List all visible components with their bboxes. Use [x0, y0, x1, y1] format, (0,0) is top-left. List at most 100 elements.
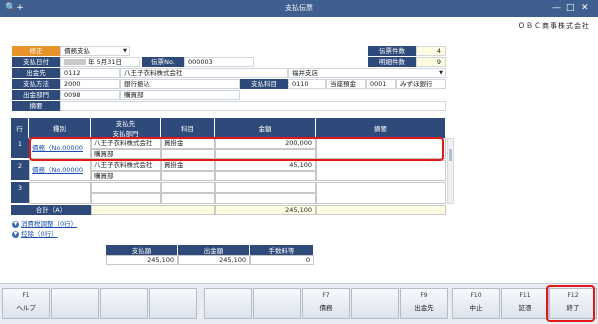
- f6-button[interactable]: [253, 288, 301, 319]
- detail-count: 9: [416, 57, 446, 67]
- detail-count-label: 明細件数: [368, 57, 416, 67]
- account-code-field[interactable]: 0110: [288, 79, 326, 89]
- f1-help-button[interactable]: F1 ヘルプ: [2, 288, 50, 319]
- summary-pay-header: 支払額: [106, 245, 178, 255]
- row-dept[interactable]: [91, 193, 161, 204]
- bank-code-field[interactable]: 0001: [366, 79, 396, 89]
- row-item[interactable]: 買掛金: [161, 160, 215, 171]
- row-dept[interactable]: 購買部: [91, 171, 161, 181]
- f9-payee-button[interactable]: F9 出金先: [400, 288, 448, 319]
- payee-label: 出金先: [12, 68, 60, 78]
- dept-name: 購買部: [120, 90, 240, 100]
- f7-debt-button[interactable]: F7 債務: [302, 288, 350, 319]
- summary-fee-header: 手数料等: [250, 245, 314, 255]
- close-icon[interactable]: ✕: [581, 2, 589, 14]
- summary-out-header: 出金額: [178, 245, 250, 255]
- chevron-down-icon: ▼: [12, 220, 19, 228]
- scrollbar-thumb[interactable]: [449, 149, 452, 161]
- row-item[interactable]: [161, 182, 215, 193]
- total-blank: [91, 205, 215, 215]
- row-memo[interactable]: [316, 182, 446, 204]
- fkey-label: 出金先: [414, 304, 434, 312]
- summary-pay-value: 245,100: [106, 255, 178, 265]
- table-row-kind[interactable]: [29, 182, 91, 204]
- deduction-label[interactable]: 控除（0行）: [21, 230, 58, 238]
- row-amount-sub[interactable]: [215, 171, 316, 181]
- f3-button[interactable]: [100, 288, 148, 319]
- col-amount-header: 金額: [215, 118, 316, 138]
- f8-button[interactable]: [351, 288, 399, 319]
- window-title: 支払伝票: [285, 4, 313, 12]
- grid-scrollbar[interactable]: [447, 138, 454, 204]
- fkey-label: ヘルプ: [16, 304, 36, 312]
- company-name: ＯＢＣ商事株式会社: [518, 22, 590, 30]
- account-name: 当座預金: [326, 79, 366, 89]
- col-row-header: 行: [11, 118, 29, 138]
- payee-branch[interactable]: 福井支店 ▼: [288, 68, 446, 78]
- highlight-row-1: [29, 137, 444, 161]
- row-amount[interactable]: 45,100: [215, 160, 316, 171]
- minimize-icon[interactable]: —: [552, 2, 561, 14]
- fkey-label: 証憑: [518, 304, 532, 312]
- date-label: 支払日付: [12, 57, 60, 67]
- row-number: 1: [11, 138, 29, 159]
- fkey-label: 債務: [319, 304, 333, 312]
- fkey-number: F1: [22, 292, 30, 299]
- title-bar: 🔍+ 支払伝票 — □ ✕: [0, 0, 598, 17]
- f10-cancel-button[interactable]: F10 中止: [452, 288, 500, 319]
- memo-label: 摘要: [12, 101, 60, 111]
- payee-name: 八王子衣料株式会社: [120, 68, 288, 78]
- method-code-field[interactable]: 2000: [60, 79, 120, 89]
- slip-count-label: 伝票件数: [368, 46, 416, 56]
- method-name: 銀行振込: [120, 79, 240, 89]
- chevron-down-icon[interactable]: ▼: [123, 47, 127, 55]
- table-row-kind[interactable]: 債務（No.00000: [29, 160, 91, 181]
- date-value: 年 5月31日: [88, 58, 123, 66]
- col-memo-header: 摘要: [316, 118, 446, 138]
- highlight-f12: [546, 285, 595, 322]
- fkey-number: F9: [420, 292, 428, 299]
- row-amount[interactable]: [215, 182, 316, 193]
- deduction-link[interactable]: ▼ 控除（0行）: [12, 228, 58, 238]
- fkey-number: F10: [470, 292, 482, 299]
- row-payee[interactable]: [91, 182, 161, 193]
- slip-no-field[interactable]: 000003: [184, 57, 254, 67]
- tax-adjust-label[interactable]: 消費税調整（0行）: [21, 220, 77, 228]
- f5-button[interactable]: [204, 288, 252, 319]
- chevron-down-icon: ▼: [12, 230, 19, 238]
- total-amount: 245,100: [215, 205, 316, 215]
- slip-count: 4: [416, 46, 446, 56]
- chevron-down-icon[interactable]: ▼: [439, 69, 443, 77]
- date-era-redacted: [64, 59, 86, 65]
- dept-code-field[interactable]: 0098: [60, 90, 120, 100]
- f2-button[interactable]: [51, 288, 99, 319]
- col-kind-header: 種別: [29, 118, 91, 138]
- kind-link[interactable]: 債務（No.00000: [32, 166, 83, 174]
- payee-code-field[interactable]: 0112: [60, 68, 120, 78]
- dept-label: 出金部門: [12, 90, 60, 100]
- date-field[interactable]: 年 5月31日: [60, 57, 140, 67]
- row-number: 3: [11, 182, 29, 204]
- method-label: 支払方法: [12, 79, 60, 89]
- row-item-sub[interactable]: [161, 193, 215, 204]
- maximize-icon[interactable]: □: [566, 2, 575, 14]
- bank-name: みずほ銀行: [396, 79, 446, 89]
- memo-field[interactable]: [60, 101, 446, 111]
- fkey-label: 中止: [469, 304, 483, 312]
- tax-adjust-link[interactable]: ▼ 消費税調整（0行）: [12, 218, 77, 228]
- f11-voucher-button[interactable]: F11 証憑: [501, 288, 549, 319]
- mode-select[interactable]: 債務支払 ▼: [60, 46, 130, 56]
- row-number: 2: [11, 160, 29, 181]
- summary-out-value: 245,100: [178, 255, 250, 265]
- row-payee[interactable]: 八王子衣料株式会社: [91, 160, 161, 171]
- payee-branch-value: 福井支店: [292, 69, 318, 77]
- fkey-number: F7: [322, 292, 330, 299]
- total-memo: [316, 205, 446, 215]
- f4-button[interactable]: [149, 288, 197, 319]
- row-item-sub[interactable]: [161, 171, 215, 181]
- fkey-number: F11: [519, 292, 531, 299]
- row-memo[interactable]: [316, 160, 446, 181]
- row-amount-sub[interactable]: [215, 193, 316, 204]
- col-payee-header: 支払先: [91, 118, 161, 128]
- total-label: 合計（A）: [11, 205, 91, 215]
